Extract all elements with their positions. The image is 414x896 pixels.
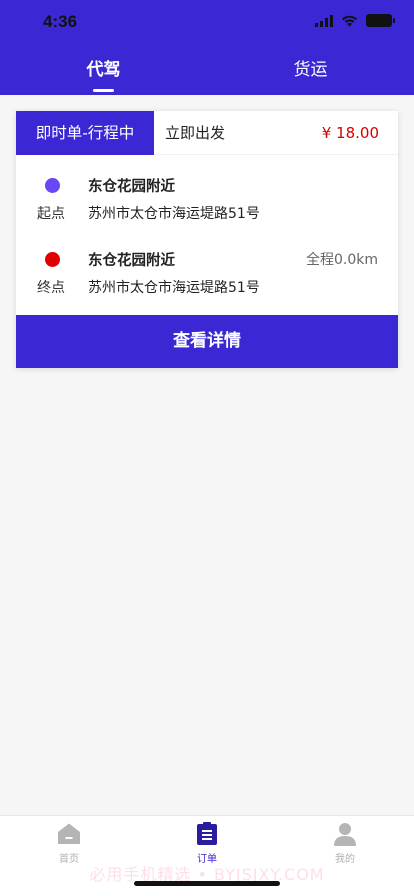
tabbar-item-mine[interactable]: 我的 <box>300 822 390 865</box>
active-tab-indicator <box>93 89 114 92</box>
start-address: 苏州市太仓市海运堤路51号 <box>88 206 260 222</box>
order-type-badge: 即时单-行程中 <box>16 111 154 155</box>
order-price: ¥ 18.00 <box>321 124 379 142</box>
tabbar-item-orders[interactable]: 订单 <box>162 822 252 865</box>
order-card: 即时单-行程中 立即出发 ¥ 18.00 起点 东仓花园附近 苏州市太仓市海运堤… <box>16 111 398 368</box>
app-header: 4:36 代驾 货运 <box>0 0 414 95</box>
home-indicator <box>134 881 280 886</box>
start-place: 东仓花园附近 <box>88 179 175 195</box>
tabbar-item-home[interactable]: 首页 <box>24 822 114 865</box>
home-icon <box>58 823 80 844</box>
status-time: 4:36 <box>43 12 78 31</box>
end-dot-icon <box>45 252 60 267</box>
clipboard-icon <box>197 822 217 845</box>
tab-designated-driver[interactable]: 代驾 <box>0 55 207 95</box>
view-details-button[interactable]: 查看详情 <box>16 315 398 368</box>
end-place: 东仓花园附近 <box>88 253 175 269</box>
status-bar: 4:36 <box>0 0 414 47</box>
top-tabs: 代驾 货运 <box>0 55 414 95</box>
start-dot-icon <box>45 178 60 193</box>
end-label: 终点 <box>37 280 65 296</box>
depart-time: 立即出发 <box>165 124 226 142</box>
start-label: 起点 <box>37 206 65 222</box>
end-address: 苏州市太仓市海运堤路51号 <box>88 280 260 296</box>
end-point: 终点 东仓花园附近 全程0.0km 苏州市太仓市海运堤路51号 <box>16 249 398 309</box>
tab-label: 代驾 <box>86 60 121 80</box>
tab-freight[interactable]: 货运 <box>207 55 414 95</box>
trip-distance: 全程0.0km <box>305 252 378 268</box>
signal-icon <box>315 14 333 27</box>
wifi-icon <box>342 15 357 26</box>
start-point: 起点 东仓花园附近 苏州市太仓市海运堤路51号 <box>16 175 398 235</box>
battery-icon <box>366 14 395 27</box>
status-icons <box>315 14 395 27</box>
order-card-header: 即时单-行程中 立即出发 ¥ 18.00 <box>16 111 398 155</box>
tab-label: 货运 <box>293 60 328 80</box>
person-icon <box>334 823 356 846</box>
